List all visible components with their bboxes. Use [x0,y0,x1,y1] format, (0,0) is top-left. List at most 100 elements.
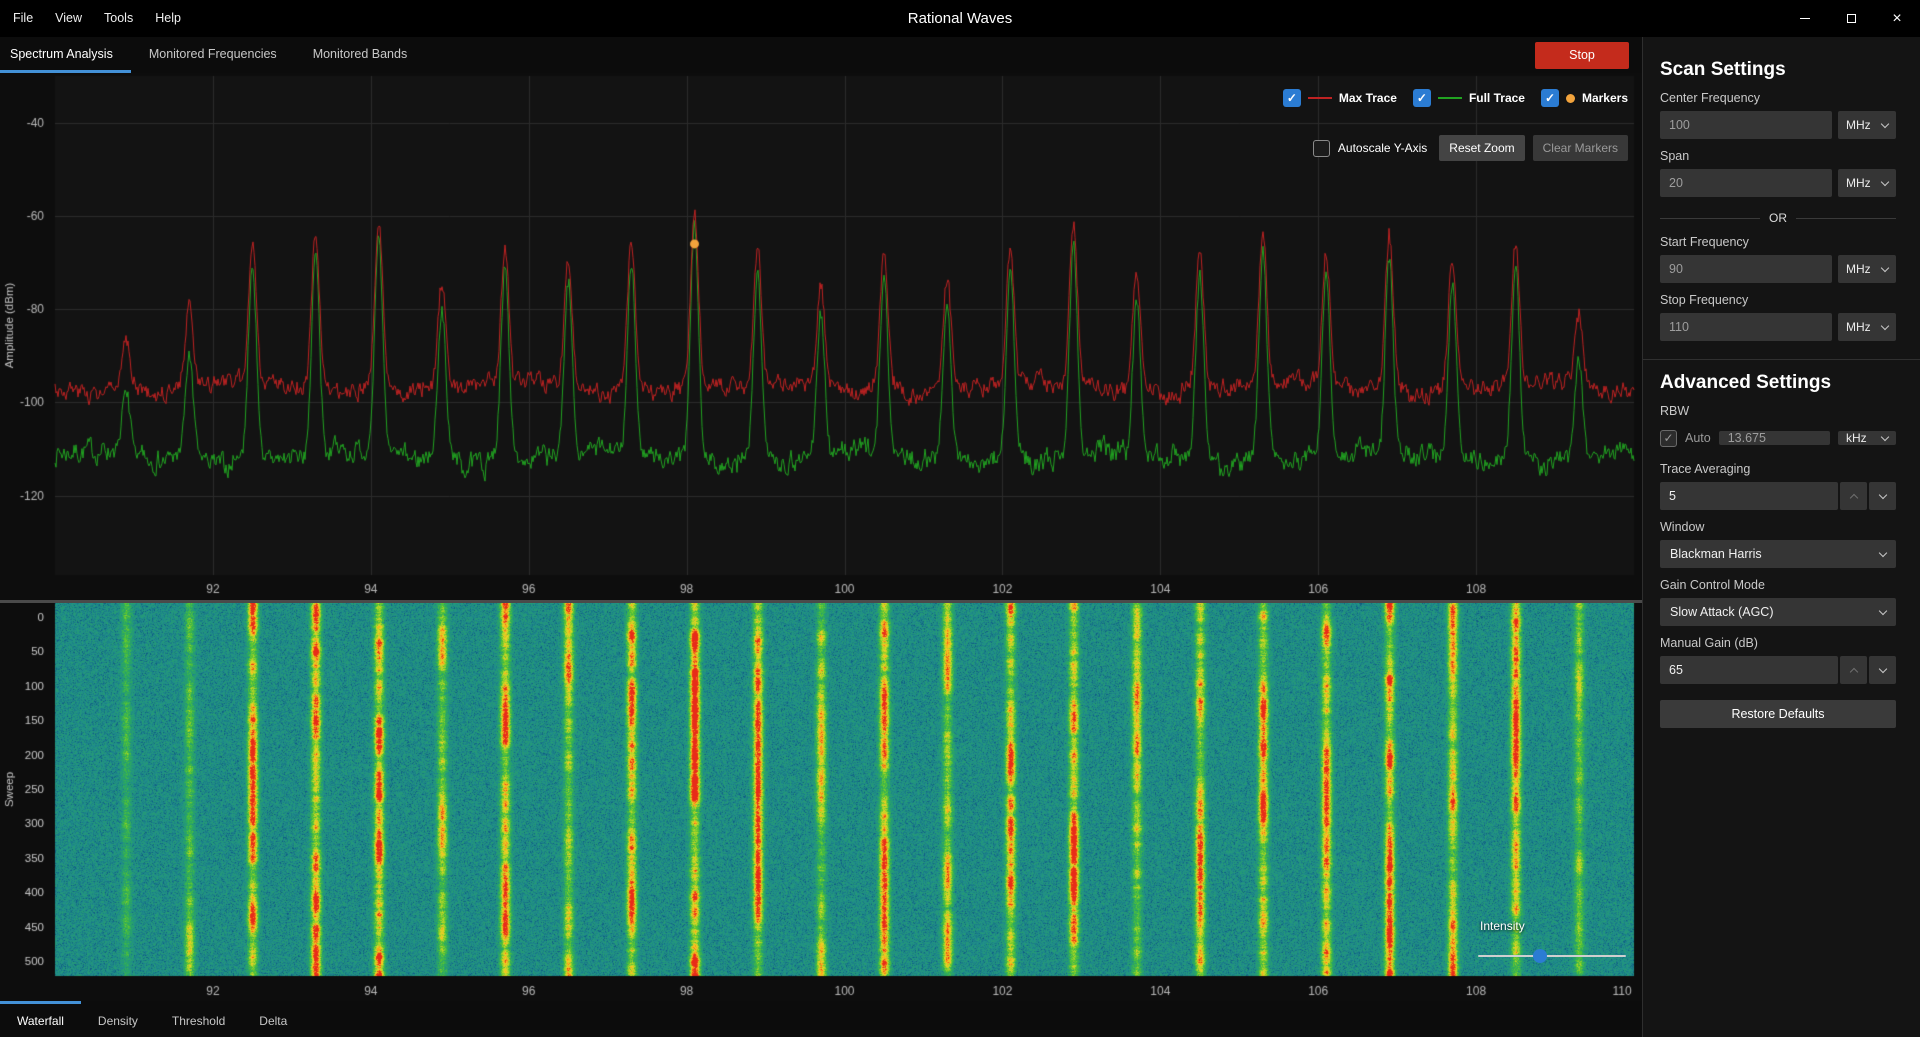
chart-legend: ✓ Max Trace ✓ Full Trace ✓ Markers [1283,89,1628,107]
check-icon: ✓ [1663,431,1673,445]
gain-control-mode-label: Gain Control Mode [1660,578,1896,592]
scan-settings-panel: Scan Settings Center Frequency MHz Span … [1642,37,1920,1037]
main-area: Spectrum Analysis Monitored Frequencies … [0,37,1642,1037]
spectrum-chart: ✓ Max Trace ✓ Full Trace ✓ Markers [0,73,1642,600]
full-trace-swatch [1438,97,1462,99]
restore-defaults-button[interactable]: Restore Defaults [1660,700,1896,728]
check-icon: ✓ [1287,91,1297,105]
full-trace-checkbox[interactable]: ✓ [1413,89,1431,107]
maximize-button[interactable] [1828,0,1874,37]
manual-gain-decrement-button[interactable] [1869,656,1896,684]
autoscale-label: Autoscale Y-Axis [1338,141,1427,155]
max-trace-swatch [1308,97,1332,99]
window-title: Rational Waves [0,10,1920,27]
chevron-down-icon [1879,548,1887,556]
window-label: Window [1660,520,1896,534]
stop-frequency-unit-select[interactable]: MHz [1838,313,1896,341]
gain-control-mode-field: Gain Control Mode Slow Attack (AGC) [1660,578,1896,626]
or-divider: OR [1660,211,1896,225]
tab-density[interactable]: Density [81,1001,155,1037]
divider-line [1660,218,1760,219]
menu-view[interactable]: View [44,0,93,37]
chevron-down-icon [1881,321,1889,329]
full-trace-label: Full Trace [1469,91,1525,105]
span-unit-select[interactable]: MHz [1838,169,1896,197]
center-frequency-unit-select[interactable]: MHz [1838,111,1896,139]
start-frequency-field: Start Frequency MHz [1660,235,1896,283]
manual-gain-label: Manual Gain (dB) [1660,636,1896,650]
window-value: Blackman Harris [1670,547,1762,561]
titlebar: File View Tools Help Rational Waves × [0,0,1920,37]
manual-gain-increment-button[interactable] [1840,656,1867,684]
main-tabbar: Spectrum Analysis Monitored Frequencies … [0,37,1642,73]
start-frequency-label: Start Frequency [1660,235,1896,249]
waterfall-canvas[interactable] [0,603,1642,1001]
markers-checkbox[interactable]: ✓ [1541,89,1559,107]
gain-control-mode-dropdown[interactable]: Slow Attack (AGC) [1660,598,1896,626]
stop-frequency-label: Stop Frequency [1660,293,1896,307]
trace-averaging-label: Trace Averaging [1660,462,1896,476]
window-dropdown[interactable]: Blackman Harris [1660,540,1896,568]
or-label: OR [1769,211,1787,225]
manual-gain-input[interactable] [1660,656,1838,684]
menu-file[interactable]: File [2,0,44,37]
center-frequency-input[interactable] [1660,111,1832,139]
close-button[interactable]: × [1874,0,1920,37]
unit-label: kHz [1846,431,1867,445]
window-field: Window Blackman Harris [1660,520,1896,568]
tab-waterfall[interactable]: Waterfall [0,1001,81,1037]
minimize-button[interactable] [1782,0,1828,37]
app-window: File View Tools Help Rational Waves × Sp… [0,0,1920,1037]
intensity-slider-thumb[interactable] [1533,949,1547,963]
trace-averaging-increment-button[interactable] [1840,482,1867,510]
trace-averaging-decrement-button[interactable] [1869,482,1896,510]
rbw-input[interactable] [1719,431,1830,445]
waterfall-chart: Intensity [0,600,1642,1001]
tab-delta[interactable]: Delta [242,1001,304,1037]
scan-settings-title: Scan Settings [1660,59,1896,81]
start-frequency-unit-select[interactable]: MHz [1838,255,1896,283]
start-frequency-input[interactable] [1660,255,1832,283]
stop-button[interactable]: Stop [1535,42,1629,69]
menu-help[interactable]: Help [144,0,192,37]
window-controls: × [1782,0,1920,37]
close-icon: × [1892,11,1901,27]
tab-spectrum-analysis[interactable]: Spectrum Analysis [0,37,131,73]
stop-frequency-input[interactable] [1660,313,1832,341]
legend-item-max-trace: ✓ Max Trace [1283,89,1397,107]
reset-zoom-button[interactable]: Reset Zoom [1439,135,1524,161]
tab-threshold[interactable]: Threshold [155,1001,242,1037]
menu-tools[interactable]: Tools [93,0,144,37]
check-icon: ✓ [1545,91,1555,105]
span-input[interactable] [1660,169,1832,197]
menu-bar: File View Tools Help [0,0,192,37]
autoscale-checkbox[interactable] [1313,140,1330,157]
trace-averaging-input[interactable] [1660,482,1838,510]
max-trace-label: Max Trace [1339,91,1397,105]
rbw-auto-checkbox[interactable]: ✓ [1660,430,1677,447]
span-field: Span MHz [1660,149,1896,197]
chevron-up-icon [1849,667,1857,675]
stop-frequency-field: Stop Frequency MHz [1660,293,1896,341]
chevron-down-icon [1881,263,1889,271]
clear-markers-button[interactable]: Clear Markers [1533,135,1628,161]
intensity-slider[interactable] [1478,955,1626,957]
chevron-down-icon [1881,177,1889,185]
rbw-unit-select[interactable]: kHz [1838,431,1896,445]
advanced-settings-title: Advanced Settings [1660,372,1896,394]
unit-label: MHz [1846,320,1871,334]
max-trace-checkbox[interactable]: ✓ [1283,89,1301,107]
chart-controls: Autoscale Y-Axis Reset Zoom Clear Marker… [1313,135,1628,161]
legend-item-full-trace: ✓ Full Trace [1413,89,1525,107]
center-frequency-field: Center Frequency MHz [1660,91,1896,139]
intensity-label: Intensity [1480,919,1626,933]
trace-averaging-field: Trace Averaging [1660,462,1896,510]
manual-gain-field: Manual Gain (dB) [1660,636,1896,684]
rbw-field: RBW ✓ Auto kHz [1660,404,1896,452]
unit-label: MHz [1846,262,1871,276]
tab-monitored-bands[interactable]: Monitored Bands [295,37,426,73]
rbw-label: RBW [1660,404,1896,418]
unit-label: MHz [1846,176,1871,190]
waterfall-tabbar: Waterfall Density Threshold Delta [0,1001,1642,1037]
tab-monitored-frequencies[interactable]: Monitored Frequencies [131,37,295,73]
